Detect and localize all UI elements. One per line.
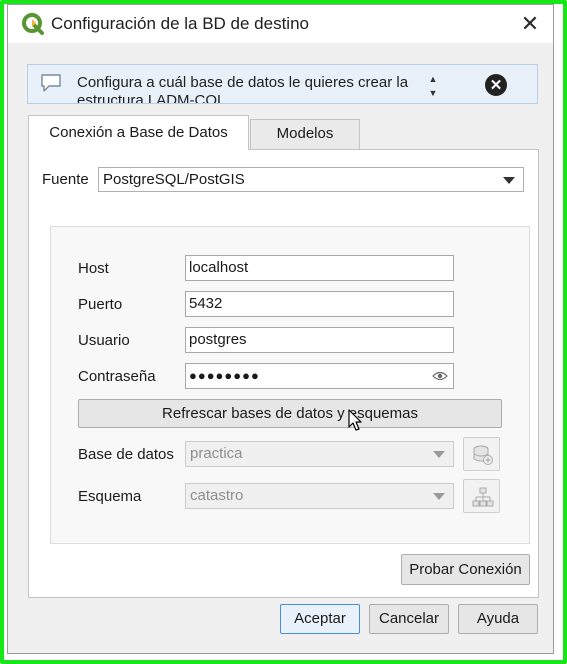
create-schema-button[interactable] (463, 479, 500, 513)
connection-panel: Fuente PostgreSQL/PostGIS Host localhost… (28, 149, 539, 598)
window-close-button[interactable]: ✕ (516, 10, 544, 38)
test-connection-button[interactable]: Probar Conexión (401, 554, 530, 585)
schema-label: Esquema (78, 488, 142, 505)
schema-select-value: catastro (190, 487, 244, 504)
host-label: Host (78, 260, 109, 277)
message-scroll[interactable]: ▲ ▼ (423, 72, 443, 102)
schema-select[interactable]: catastro (185, 483, 454, 509)
port-label: Puerto (78, 296, 123, 313)
port-input[interactable]: 5432 (185, 291, 454, 317)
database-select[interactable]: practica (185, 441, 454, 467)
chevron-down-icon (503, 177, 515, 184)
qgis-logo-icon (22, 13, 44, 35)
eye-icon[interactable] (432, 370, 448, 382)
speech-bubble-icon (41, 74, 61, 92)
create-database-button[interactable] (463, 437, 500, 471)
scroll-up-icon[interactable]: ▲ (423, 72, 443, 86)
database-add-icon (473, 445, 493, 465)
source-select[interactable]: PostgreSQL/PostGIS (98, 167, 524, 192)
host-input[interactable]: localhost (185, 255, 454, 281)
schema-tree-icon (472, 487, 494, 507)
chevron-down-icon (433, 451, 445, 458)
help-button[interactable]: Ayuda (458, 604, 538, 634)
accept-button[interactable]: Aceptar (280, 604, 360, 634)
message-bar: Configura a cuál base de datos le quiere… (27, 64, 538, 104)
tab-models[interactable]: Modelos (250, 119, 360, 149)
database-label: Base de datos (78, 446, 174, 463)
window-title: Configuración de la BD de destino (51, 14, 309, 33)
source-label: Fuente (42, 171, 89, 188)
user-input[interactable]: postgres (185, 327, 454, 353)
tab-connection[interactable]: Conexión a Base de Datos (28, 115, 249, 150)
message-close-button[interactable]: ✕ (485, 74, 507, 96)
connection-groupbox: Host localhost Puerto 5432 Usuario postg… (50, 226, 530, 544)
password-value: ●●●●●●●● (189, 368, 260, 383)
title-bar: Configuración de la BD de destino ✕ (8, 5, 553, 43)
chevron-down-icon (433, 493, 445, 500)
source-select-value: PostgreSQL/PostGIS (103, 171, 245, 188)
config-dialog: Configuración de la BD de destino ✕ Conf… (7, 4, 554, 654)
message-text: Configura a cuál base de datos le quiere… (77, 74, 409, 104)
cancel-button[interactable]: Cancelar (369, 604, 449, 634)
screenshot-page: Configuración de la BD de destino ✕ Conf… (0, 0, 567, 664)
password-label: Contraseña (78, 368, 156, 385)
refresh-button[interactable]: Refrescar bases de datos y esquemas (78, 399, 502, 428)
scroll-down-icon[interactable]: ▼ (423, 86, 443, 100)
user-label: Usuario (78, 332, 130, 349)
database-select-value: practica (190, 445, 243, 462)
mouse-cursor-icon (348, 409, 362, 431)
password-input[interactable]: ●●●●●●●● (185, 363, 454, 389)
